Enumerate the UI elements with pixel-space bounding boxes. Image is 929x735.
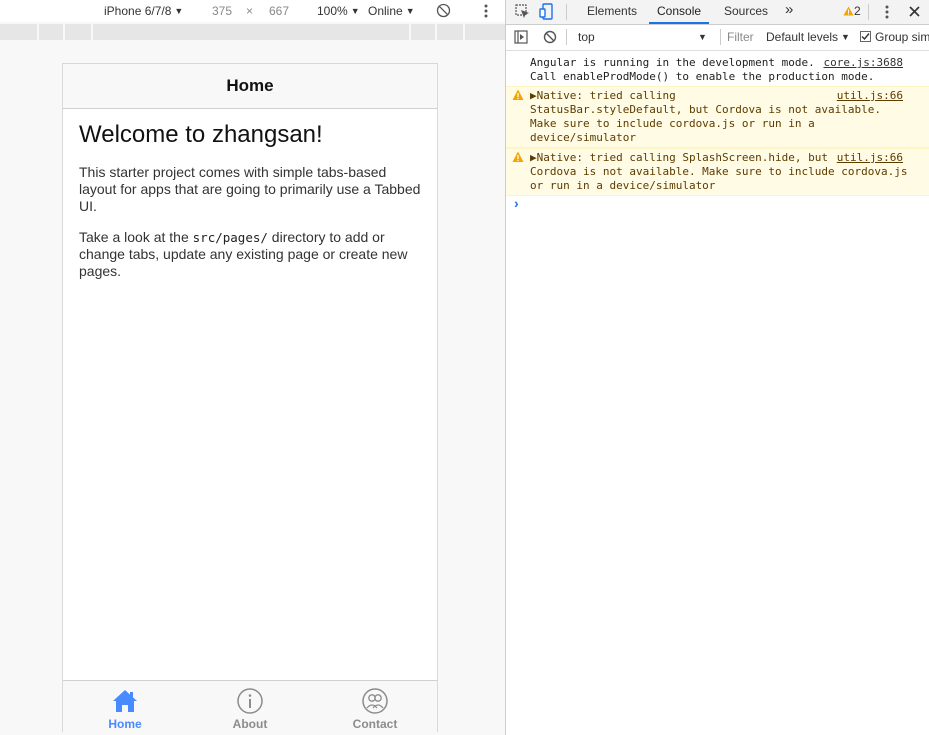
console-message-log: Angular is running in the development mo… [506, 56, 929, 86]
device-select[interactable]: iPhone 6/7/8 ▼ [104, 4, 183, 18]
page-content: Welcome to zhangsan! This starter projec… [79, 120, 424, 294]
tab-label: Contact [352, 717, 398, 731]
source-link[interactable]: util.js:66 [837, 151, 903, 165]
tab-bar: Home About Contact [63, 680, 437, 732]
dropdown-caret-icon: ▼ [350, 6, 360, 16]
tab-home[interactable]: Home [63, 681, 187, 732]
tab-label: About [232, 717, 268, 731]
tab-contact[interactable]: Contact [313, 681, 437, 732]
height-input[interactable]: 667 [269, 4, 289, 18]
dropdown-caret-icon: ▼ [174, 6, 184, 16]
show-sidebar-icon[interactable] [514, 30, 528, 44]
checkbox-checked-icon [860, 31, 871, 42]
warning-icon [512, 151, 524, 162]
devtools-tabs-bar: Elements Console Sources » 2 [506, 0, 929, 25]
tab-label: Home [108, 717, 142, 731]
width-input[interactable]: 375 [212, 4, 232, 18]
devtools-pane: Elements Console Sources » 2 top ▼ Filte… [506, 0, 929, 735]
console-message-warning[interactable]: ▶Native: tried calling SplashScreen.hide… [506, 148, 929, 196]
source-link[interactable]: core.js:3688 [824, 56, 903, 70]
warning-icon [843, 6, 854, 16]
more-tabs-icon[interactable]: » [785, 1, 793, 18]
tab-elements[interactable]: Elements [579, 0, 645, 24]
page-title: Home [63, 64, 437, 109]
rotate-icon[interactable] [436, 3, 451, 18]
info-icon [237, 688, 263, 714]
filter-input[interactable]: Filter [727, 30, 754, 44]
group-similar-checkbox[interactable]: Group sim [860, 30, 929, 44]
dropdown-caret-icon: ▼ [841, 32, 850, 42]
media-query-ruler[interactable] [0, 24, 505, 40]
warnings-counter[interactable]: 2 [843, 4, 861, 18]
log-levels-select[interactable]: Default levels ▼ [766, 30, 850, 44]
device-toolbar: iPhone 6/7/8 ▼ 375 × 667 100% ▼ Online ▼ [0, 0, 505, 22]
console-prompt[interactable]: › [506, 195, 929, 212]
more-options-icon[interactable] [484, 4, 488, 18]
tab-about[interactable]: About [188, 681, 312, 732]
device-emulation-pane: iPhone 6/7/8 ▼ 375 × 667 100% ▼ Online ▼ Ho… [0, 0, 505, 735]
tab-console[interactable]: Console [649, 0, 710, 24]
dimension-separator: × [246, 4, 254, 18]
context-select[interactable]: top [578, 30, 595, 44]
console-toolbar: top ▼ Filter Default levels ▼ Group sim [506, 25, 929, 51]
warning-icon [512, 89, 524, 100]
home-icon [113, 690, 137, 712]
welcome-heading: Welcome to zhangsan! [79, 121, 323, 148]
phone-viewport: Home Welcome to zhangsan! This starter p… [62, 63, 438, 732]
console-message-warning[interactable]: ▶Native: tried calling StatusBar.styleDe… [506, 86, 929, 148]
dropdown-caret-icon[interactable]: ▼ [698, 32, 707, 42]
clear-console-icon[interactable] [543, 30, 557, 44]
inspect-element-icon[interactable] [515, 4, 530, 19]
contacts-icon [362, 688, 388, 714]
customize-devtools-icon[interactable] [885, 5, 889, 19]
device-toggle-icon[interactable] [539, 3, 554, 20]
source-link[interactable]: util.js:66 [837, 89, 903, 103]
instructions-paragraph: Take a look at the src/pages/ directory … [79, 229, 408, 279]
dropdown-caret-icon: ▼ [405, 6, 415, 16]
zoom-select[interactable]: 100% ▼ [317, 4, 360, 18]
tab-sources[interactable]: Sources [716, 0, 776, 24]
code-path: src/pages/ [192, 230, 268, 245]
close-icon[interactable] [909, 6, 920, 17]
prompt-chevron-icon: › [514, 195, 519, 211]
intro-paragraph: This starter project comes with simple t… [79, 164, 421, 214]
network-select[interactable]: Online ▼ [368, 4, 415, 18]
